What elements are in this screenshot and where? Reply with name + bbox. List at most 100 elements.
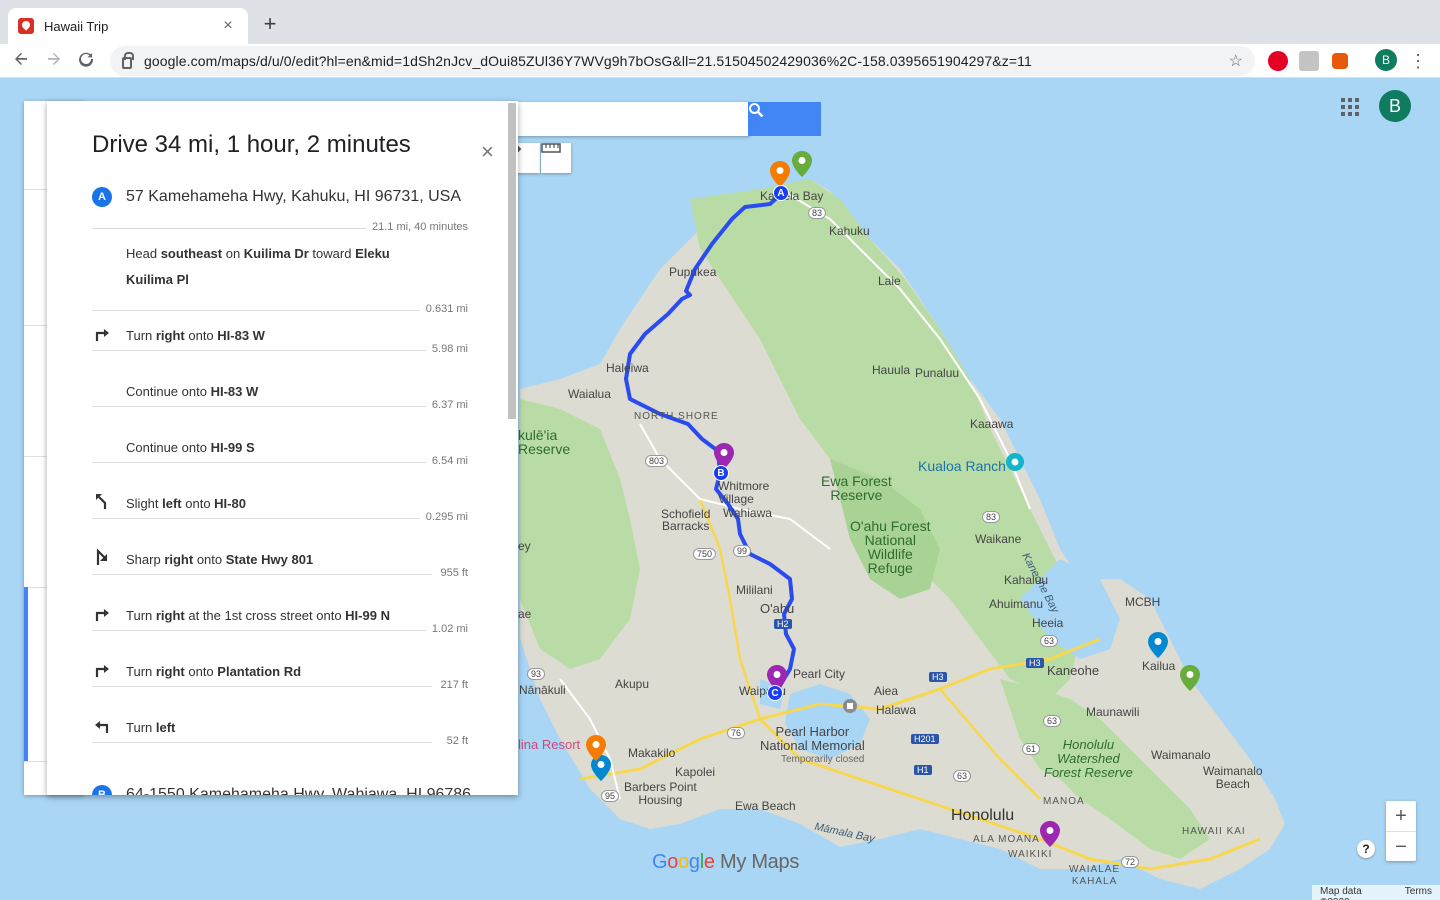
direction-step[interactable]: Turn right onto Plantation Rd 217 ft	[92, 659, 468, 719]
reload-button[interactable]	[73, 48, 99, 74]
extension-icon[interactable]	[1299, 51, 1319, 71]
map-label: ey	[518, 539, 531, 553]
google-apps-icon[interactable]	[1341, 98, 1359, 116]
help-icon[interactable]: ?	[1357, 840, 1375, 858]
green-place-pin-icon[interactable]	[792, 151, 812, 177]
pinterest-extension-icon[interactable]	[1268, 51, 1288, 71]
step-divider	[92, 686, 432, 687]
map-attribution: Map data ©2020 Terms	[1312, 885, 1440, 900]
map-label: Mililani	[736, 583, 773, 597]
map-label: Waimanalo	[1151, 748, 1211, 762]
measure-distance-button[interactable]	[541, 143, 571, 173]
map-label: Pupukea	[669, 265, 717, 279]
browser-profile-avatar[interactable]: B	[1375, 49, 1397, 71]
map-label: Hauula	[872, 363, 911, 377]
orange-place-pin-icon[interactable]	[770, 161, 790, 187]
map-label: Wahiawa	[723, 506, 772, 520]
slight-left-icon	[96, 494, 107, 509]
interstate-shield: H1	[914, 765, 932, 775]
map-label: Honolulu	[951, 807, 1015, 824]
lock-icon	[122, 52, 134, 69]
map-label: Halawa	[876, 703, 917, 717]
direction-step[interactable]: Slight left onto HI-80 0.295 mi	[92, 491, 468, 551]
map-label: Ewa Beach	[735, 799, 796, 813]
interstate-shield: H2	[774, 619, 792, 629]
turn-right-icon	[95, 329, 109, 341]
search-button[interactable]	[748, 102, 821, 136]
map-label: Heeia	[1032, 616, 1064, 630]
map-label: Waialua	[568, 387, 611, 401]
map-label: O'ahu Forest National Wildlife Refuge	[850, 518, 931, 576]
step-distance: 1.02 mi	[425, 623, 468, 635]
address-bar[interactable]: google.com/maps/d/u/0/edit?hl=en&mid=1dS…	[110, 46, 1255, 76]
step-instruction: Continue onto HI-83 W	[126, 384, 259, 399]
leg-summary-text: 21.1 mi, 40 minutes	[366, 221, 468, 233]
map-label: WAIALAE KAHALA	[1069, 864, 1121, 887]
memorial-poi-icon[interactable]	[842, 698, 858, 714]
search-icon	[749, 103, 764, 118]
step-instruction: Turn right at the 1st cross street onto …	[126, 608, 390, 623]
google-my-maps-logo: Google My Maps	[652, 851, 800, 873]
extension-icon[interactable]	[1332, 53, 1348, 69]
bookmark-star-icon[interactable]: ☆	[1229, 51, 1243, 71]
map-label: Kawela Bay	[760, 189, 824, 203]
map-search-input[interactable]	[500, 102, 750, 136]
account-avatar[interactable]: B	[1379, 90, 1411, 122]
highway-shield: 76	[727, 727, 746, 739]
back-arrow-icon	[15, 52, 27, 65]
map-label: MANOA	[1043, 796, 1085, 807]
zoom-out-button[interactable]: −	[1386, 831, 1416, 861]
direction-step[interactable]: Sharp right onto State Hwy 801 955 ft	[92, 547, 468, 607]
ko-olina-resort-label[interactable]: lina Resort	[518, 737, 580, 752]
kualoa-ranch-poi-icon[interactable]	[1005, 452, 1025, 472]
tab-close-icon[interactable]: ×	[218, 17, 238, 35]
map-label: ae	[518, 607, 532, 621]
zoom-in-button[interactable]: +	[1386, 801, 1416, 831]
highway-shield: 95	[601, 790, 620, 802]
orange-place-pin-icon[interactable]	[586, 735, 606, 761]
direction-step[interactable]: Continue onto HI-83 W 6.37 mi	[92, 379, 468, 439]
terms-link[interactable]: Terms	[1405, 886, 1432, 899]
waypoint-badge: B	[92, 785, 112, 795]
browser-toolbar: google.com/maps/d/u/0/edit?hl=en&mid=1dS…	[0, 44, 1440, 78]
blue-place-pin-icon[interactable]	[1148, 632, 1168, 658]
panel-scrollbar[interactable]	[508, 103, 516, 419]
route-marker-a[interactable]: A	[773, 185, 789, 201]
green-place-pin-icon[interactable]	[1180, 665, 1200, 691]
direction-step[interactable]: Continue onto HI-99 S 6.54 mi	[92, 435, 468, 495]
browser-menu-icon[interactable]: ⋮	[1408, 48, 1428, 74]
highway-shield: 750	[693, 548, 717, 560]
highway-shield: 63	[1040, 635, 1059, 647]
step-divider	[92, 310, 432, 311]
forward-button[interactable]	[41, 48, 67, 74]
leg-summary: 21.1 mi, 40 minutes	[92, 220, 468, 236]
step-divider	[92, 518, 432, 519]
tab-title: Hawaii Trip	[44, 18, 109, 34]
direction-step[interactable]: Head southeast on Kuilima Dr toward Elek…	[92, 241, 468, 315]
map-label: Kahaluu	[1004, 573, 1049, 587]
direction-step[interactable]: Turn right at the 1st cross street onto …	[92, 603, 468, 663]
route-marker-b[interactable]: B	[713, 465, 729, 481]
map-label: Akupu	[615, 677, 650, 691]
route-marker-c[interactable]: C	[767, 685, 783, 701]
new-tab-button[interactable]: +	[256, 10, 284, 38]
kualoa-ranch-label[interactable]: Kualoa Ranch	[918, 458, 1006, 474]
direction-step[interactable]: Turn right onto HI-83 W 5.98 mi	[92, 323, 468, 383]
forward-arrow-icon	[48, 52, 60, 65]
browser-tab[interactable]: Hawaii Trip ×	[8, 8, 248, 44]
direction-step[interactable]: Turn left 52 ft	[92, 715, 468, 775]
pearl-harbor-label[interactable]: Pearl Harbor National Memorial	[760, 725, 865, 753]
step-distance: 0.631 mi	[419, 303, 468, 315]
close-directions-icon[interactable]: ×	[481, 141, 494, 163]
step-instruction: Head southeast on Kuilima Dr toward Elek…	[126, 246, 390, 287]
step-instruction: Turn left	[126, 720, 176, 735]
step-distance: 6.37 mi	[425, 399, 468, 411]
url-text[interactable]: google.com/maps/d/u/0/edit?hl=en&mid=1dS…	[144, 53, 1229, 69]
step-divider	[92, 574, 432, 575]
map-label: Waikane	[975, 532, 1022, 546]
turn-right-icon	[95, 665, 109, 677]
turn-left-icon	[95, 721, 109, 733]
back-button[interactable]	[8, 48, 34, 74]
purple-place-pin-icon[interactable]	[1040, 821, 1060, 847]
highway-shield: 63	[1043, 715, 1062, 727]
